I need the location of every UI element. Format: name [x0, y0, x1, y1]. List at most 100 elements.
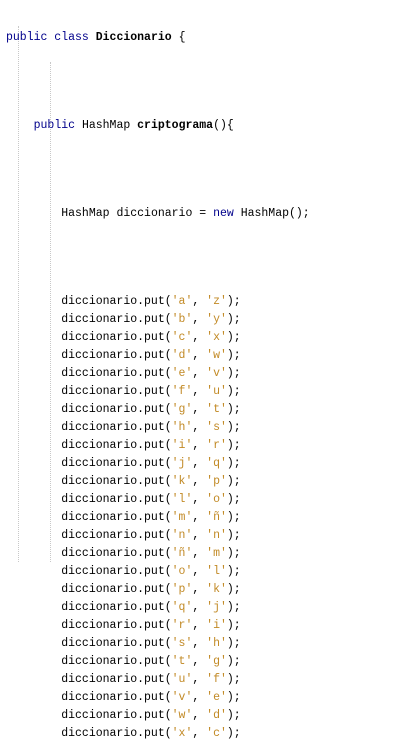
put-statement-line: diccionario.put('x', 'c'); — [6, 725, 310, 743]
put-call: diccionario.put( — [61, 655, 172, 668]
put-key: 'c' — [171, 331, 193, 344]
code-editor: public class Diccionario { public HashMa… — [6, 3, 310, 756]
put-call: diccionario.put( — [61, 601, 172, 614]
put-statements: diccionario.put( 'a', 'z'); diccionario.p… — [6, 293, 310, 743]
put-call: diccionario.put( — [61, 709, 172, 722]
put-call: diccionario.put( — [61, 475, 172, 488]
put-call: diccionario.put( — [61, 385, 172, 398]
put-separator: , — [192, 727, 207, 740]
put-key: 'f' — [171, 385, 193, 398]
method-modifier: public — [33, 119, 76, 132]
put-value: 'm' — [206, 547, 227, 560]
put-separator: , — [192, 349, 207, 362]
put-key: 'u' — [171, 673, 193, 686]
put-end: ); — [226, 691, 241, 704]
put-call: diccionario.put( — [61, 331, 172, 344]
put-end: ); — [226, 493, 241, 506]
put-call: diccionario.put( — [61, 565, 172, 578]
put-key: 'b' — [171, 313, 193, 326]
put-separator: , — [192, 565, 207, 578]
put-separator: , — [192, 439, 207, 452]
put-separator: , — [192, 601, 207, 614]
put-call: diccionario.put( — [61, 349, 172, 362]
put-separator: , — [192, 295, 207, 308]
put-call: diccionario.put( — [61, 691, 172, 704]
put-value: 'd' — [206, 709, 227, 722]
put-value: 'h' — [206, 637, 227, 650]
put-statement-line: diccionario.put('f', 'u'); — [6, 383, 310, 401]
put-separator: , — [192, 673, 207, 686]
put-end: ); — [226, 583, 241, 596]
put-value: 'k' — [206, 583, 227, 596]
put-call: diccionario.put( — [61, 637, 172, 650]
put-separator: , — [192, 529, 207, 542]
method-signature-end: (){ — [213, 119, 234, 132]
put-key: 'j' — [171, 457, 193, 470]
put-end: ); — [226, 457, 241, 470]
put-separator: , — [192, 475, 207, 488]
put-key: 'a' — [171, 295, 193, 308]
init-type: HashMap — [61, 207, 110, 220]
put-end: ); — [226, 601, 241, 614]
init-var-assign: diccionario = — [116, 207, 207, 220]
put-value: 'v' — [206, 367, 227, 380]
put-statement-line: diccionario.put('l', 'o'); — [6, 491, 310, 509]
put-key: 'o' — [171, 565, 193, 578]
put-call: diccionario.put( — [61, 583, 172, 596]
put-separator: , — [192, 385, 207, 398]
put-end: ); — [226, 331, 241, 344]
put-separator: , — [192, 457, 207, 470]
put-value: 'y' — [206, 313, 227, 326]
put-end: ); — [226, 637, 241, 650]
put-statement-line: diccionario.put('t', 'g'); — [6, 653, 310, 671]
put-call: diccionario.put( — [61, 673, 172, 686]
put-call: diccionario.put( — [61, 619, 172, 632]
put-call: diccionario.put( — [61, 727, 172, 740]
put-end: ); — [226, 295, 241, 308]
put-value: 'x' — [206, 331, 227, 344]
put-value: 'e' — [206, 691, 227, 704]
put-separator: , — [192, 691, 207, 704]
put-end: ); — [226, 565, 241, 578]
put-statement-line: diccionario.put('i', 'r'); — [6, 437, 310, 455]
put-separator: , — [192, 403, 207, 416]
put-value: 'u' — [206, 385, 227, 398]
put-statement-line: diccionario.put('m', 'ñ'); — [6, 509, 310, 527]
put-key: 'e' — [171, 367, 193, 380]
put-key: 'w' — [171, 709, 193, 722]
put-key: 'x' — [171, 727, 193, 740]
put-separator: , — [192, 511, 207, 524]
put-key: 't' — [171, 655, 193, 668]
put-key: 'r' — [171, 619, 193, 632]
put-separator: , — [192, 655, 207, 668]
put-key: 'i' — [171, 439, 193, 452]
put-key: 's' — [171, 637, 193, 650]
init-constructor: HashMap(); — [240, 207, 310, 220]
put-value: 'w' — [206, 349, 227, 362]
put-key: 'n' — [171, 529, 193, 542]
put-statement-line: diccionario.put('r', 'i'); — [6, 617, 310, 635]
put-end: ); — [226, 439, 241, 452]
put-separator: , — [192, 637, 207, 650]
put-value: 'ñ' — [206, 511, 227, 524]
put-statement-line: diccionario.put('n', 'n'); — [6, 527, 310, 545]
put-separator: , — [192, 313, 207, 326]
put-value: 't' — [206, 403, 227, 416]
put-separator: , — [192, 493, 207, 506]
class-name: Diccionario — [95, 31, 172, 44]
method-return-type: HashMap — [81, 119, 131, 132]
put-end: ); — [226, 313, 241, 326]
put-statement-line: diccionario.put('u', 'f'); — [6, 671, 310, 689]
put-value: 'z' — [206, 295, 227, 308]
method-name: criptograma — [137, 119, 214, 132]
put-statement-line: diccionario.put('s', 'h'); — [6, 635, 310, 653]
put-end: ); — [226, 403, 241, 416]
put-value: 'n' — [206, 529, 227, 542]
put-statement-line: diccionario.put('q', 'j'); — [6, 599, 310, 617]
put-value: 'q' — [206, 457, 227, 470]
put-separator: , — [192, 421, 207, 434]
put-statement-line: diccionario.put('v', 'e'); — [6, 689, 310, 707]
put-value: 's' — [206, 421, 227, 434]
put-value: 'p' — [206, 475, 227, 488]
